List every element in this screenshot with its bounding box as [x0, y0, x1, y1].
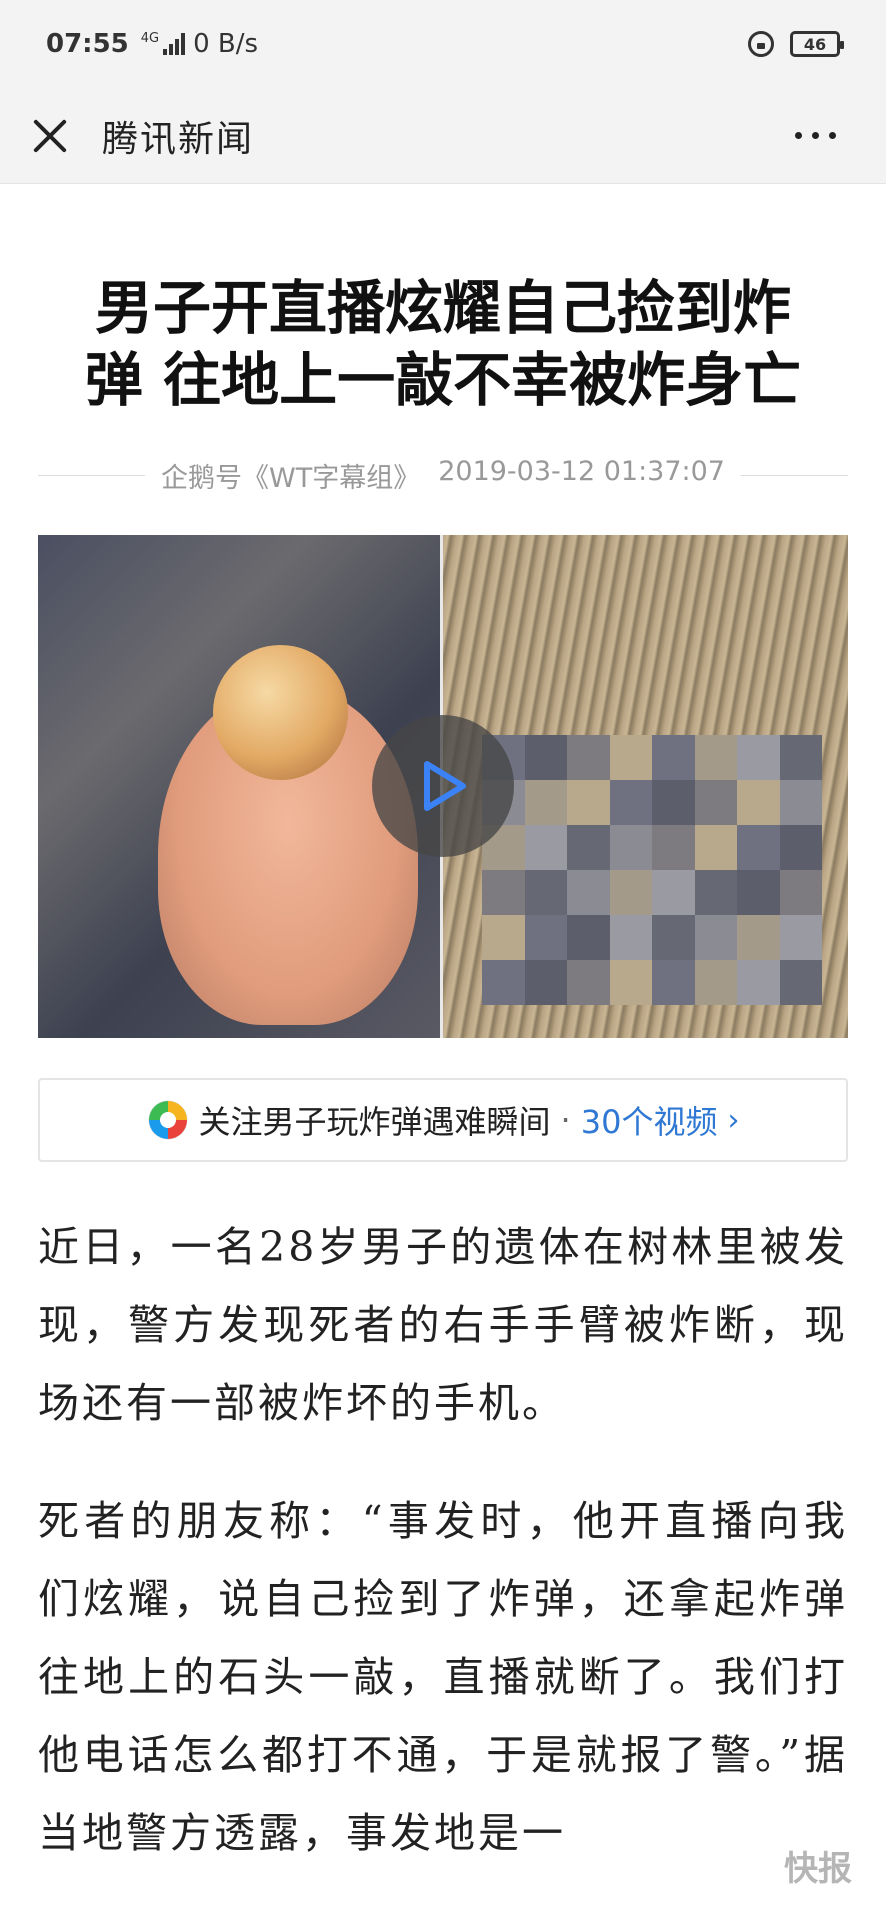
watermark-logo: 快报: [784, 1849, 852, 1889]
status-bar: 07:55 4G 0 B/s 46: [0, 0, 886, 88]
follow-video-collection[interactable]: 关注男子玩炸弹遇难瞬间 · 30个视频 ›: [38, 1078, 848, 1162]
tencent-video-logo-icon: [148, 1100, 188, 1140]
article-meta: 企鹅号《WT字幕组》 2019-03-12 01:37:07: [38, 456, 848, 495]
article-source[interactable]: 企鹅号《WT字幕组》: [161, 456, 420, 495]
network-indicator: 4G: [140, 30, 186, 55]
follow-label: 关注男子玩炸弹遇难瞬间: [198, 1103, 551, 1141]
network-speed: 0 B/s: [193, 29, 259, 59]
mosaic-blur: [482, 735, 822, 1005]
article-paragraph: 近日，一名28岁男子的遗体在树林里被发现，警方发现死者的右手手臂被炸断，现场还有…: [38, 1223, 848, 1427]
status-time: 07:55: [46, 29, 129, 59]
video-count-link[interactable]: 30个视频: [581, 1097, 718, 1143]
signal-icon: [163, 33, 186, 55]
app-title: 腾讯新闻: [102, 118, 255, 160]
chevron-right-icon: ›: [727, 1102, 740, 1138]
close-icon[interactable]: [30, 116, 70, 156]
article-headline: 男子开直播炫耀自己捡到炸弹 往地上一敲不幸被炸身亡: [84, 274, 802, 414]
follow-separator: ·: [560, 1101, 571, 1139]
article-datetime: 2019-03-12 01:37:07: [438, 456, 725, 487]
more-icon[interactable]: [775, 118, 856, 153]
article-paragraph: 死者的朋友称：“事发时，他开直播向我们炫耀，说自己捡到了炸弹，还拿起炸弹往地上的…: [38, 1497, 848, 1857]
play-button[interactable]: [372, 715, 514, 857]
meta-divider-right: [740, 475, 848, 476]
network-type: 4G: [140, 30, 160, 46]
play-icon: [424, 761, 466, 811]
video-thumbnail[interactable]: [38, 535, 848, 1038]
lock-rotation-icon: [748, 31, 774, 57]
meta-divider-left: [38, 475, 146, 476]
battery-level: 46: [803, 34, 827, 54]
app-bar: 腾讯新闻: [0, 88, 886, 184]
battery-icon: 46: [790, 31, 844, 57]
article-content[interactable]: 男子开直播炫耀自己捡到炸弹 往地上一敲不幸被炸身亡 企鹅号《WT字幕组》 201…: [0, 184, 886, 1920]
